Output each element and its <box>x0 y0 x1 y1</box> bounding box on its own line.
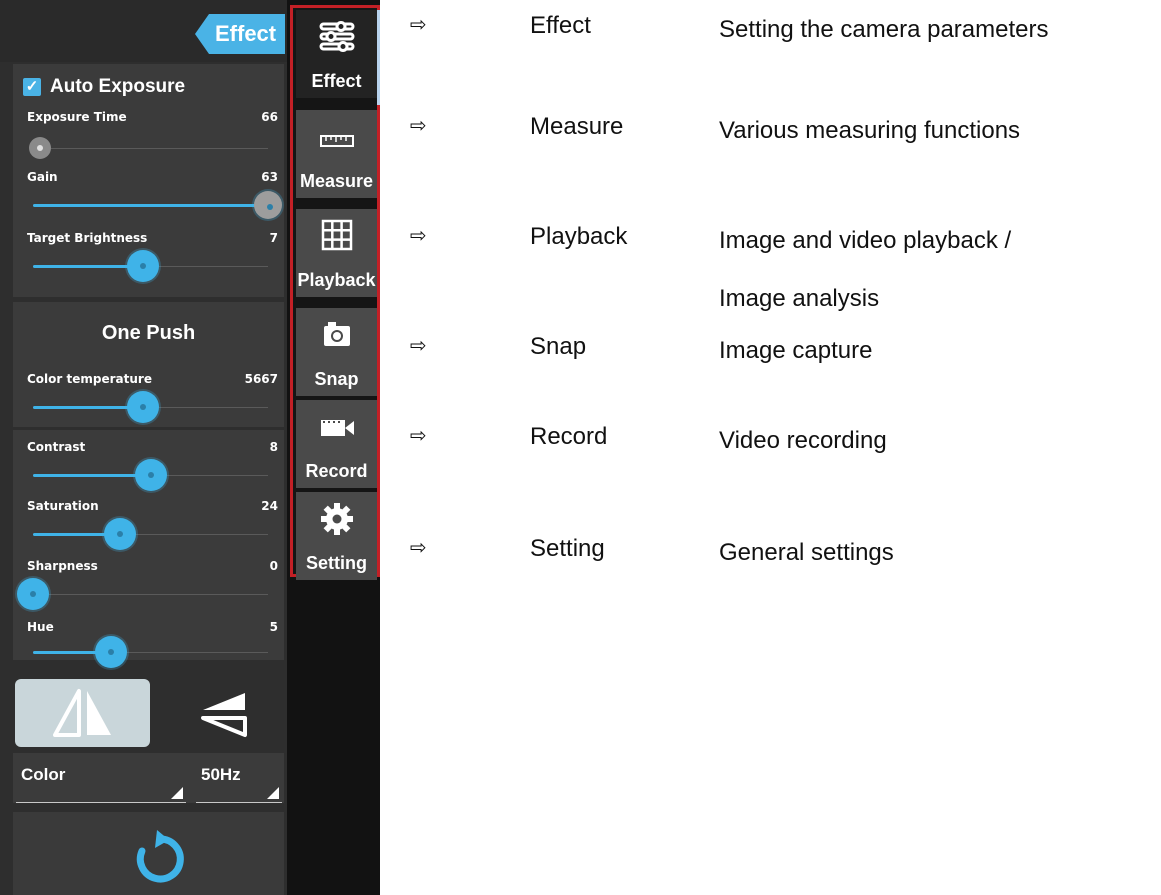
arrow-right-icon: ⇨ <box>410 423 427 447</box>
color-mode-select[interactable]: Color <box>16 753 186 803</box>
description-text: Various measuring functions <box>719 117 1021 144</box>
exposure-time-label: Exposure Time <box>27 110 127 124</box>
contrast-slider[interactable] <box>134 459 167 491</box>
description-name: Setting <box>530 535 605 562</box>
sharpness-label: Sharpness <box>27 559 98 573</box>
description-name: Effect <box>530 12 591 39</box>
video-icon <box>320 420 354 436</box>
gain-label: Gain <box>27 170 58 184</box>
toolbar-measure-label: Measure <box>299 171 374 191</box>
color-mode-value: Color <box>21 765 66 784</box>
effect-panel: Effect ✓ Auto Exposure Exposure Time 66 … <box>0 0 287 895</box>
toolbar-scroll-indicator <box>377 10 380 105</box>
toolbar-effect-label: Effect <box>311 71 362 91</box>
sharpness-track <box>33 594 268 595</box>
arrow-right-icon: ⇨ <box>410 12 427 36</box>
flip-horizontal-button[interactable] <box>15 679 150 747</box>
description-text: Setting the camera parameters <box>719 16 1049 43</box>
description-name: Snap <box>530 333 587 360</box>
image-adjust-card: Contrast 8 Saturation 24 Sharpness 0 Hue… <box>13 430 284 668</box>
contrast-value: 8 <box>269 440 278 454</box>
saturation-slider[interactable] <box>103 518 136 550</box>
dropdown-corner-icon <box>267 787 279 799</box>
target-brightness-value: 7 <box>269 231 278 245</box>
color-temperature-value: 5667 <box>244 372 278 386</box>
reset-area <box>13 812 284 895</box>
gain-fill <box>33 204 268 207</box>
arrow-right-icon: ⇨ <box>410 113 427 137</box>
frequency-select[interactable]: 50Hz <box>196 753 282 803</box>
one-push-button[interactable]: One Push <box>13 322 284 345</box>
flip-buttons <box>13 675 284 750</box>
auto-exposure-checkbox[interactable]: ✓ <box>23 78 41 96</box>
description-text: Video recording <box>719 427 887 454</box>
color-temperature-slider[interactable] <box>127 391 160 423</box>
gain-value: 63 <box>261 170 278 184</box>
toolbar-snap-button[interactable]: Snap <box>296 308 377 396</box>
toolbar-measure-button[interactable]: Measure <box>296 110 377 198</box>
auto-exposure-card: ✓ Auto Exposure Exposure Time 66 Gain 63… <box>13 64 284 297</box>
color-temperature-label: Color temperature <box>27 372 152 386</box>
exposure-time-value: 66 <box>261 110 278 124</box>
device-screen: Effect ✓ Auto Exposure Exposure Time 66 … <box>0 0 380 895</box>
toolbar-snap-label: Snap <box>314 369 359 389</box>
target-brightness-label: Target Brightness <box>27 231 148 245</box>
gain-slider[interactable] <box>254 191 282 219</box>
effect-tab-title[interactable]: Effect <box>195 14 285 54</box>
sharpness-value: 0 <box>269 559 278 573</box>
toolbar-setting-button[interactable]: Setting <box>296 492 377 580</box>
function-toolbar: Effect Measure Playback Snap Record Sett… <box>290 5 380 580</box>
reset-icon[interactable] <box>131 830 189 888</box>
exposure-time-slider[interactable] <box>29 137 52 159</box>
target-brightness-slider[interactable] <box>127 250 160 282</box>
description-name: Measure <box>530 113 624 140</box>
select-row: Color 50Hz <box>13 753 284 803</box>
dropdown-corner-icon <box>171 787 183 799</box>
contrast-label: Contrast <box>27 440 86 454</box>
flip-vertical-button[interactable] <box>163 679 284 747</box>
sharpness-slider[interactable] <box>17 578 49 610</box>
toolbar-record-button[interactable]: Record <box>296 400 377 488</box>
flip-vertical-icon <box>201 693 247 737</box>
toolbar-playback-label: Playback <box>297 270 376 290</box>
flip-horizontal-icon <box>53 689 111 737</box>
arrow-right-icon: ⇨ <box>410 223 427 247</box>
saturation-value: 24 <box>261 499 278 513</box>
hue-value: 5 <box>269 620 278 634</box>
gear-icon <box>320 503 353 535</box>
sliders-icon <box>319 21 354 52</box>
camera-icon <box>323 322 350 346</box>
frequency-value: 50Hz <box>201 765 241 784</box>
arrow-right-icon: ⇨ <box>410 535 427 559</box>
auto-exposure-label: Auto Exposure <box>50 76 186 97</box>
toolbar-playback-button[interactable]: Playback <box>296 209 377 297</box>
hue-slider[interactable] <box>94 636 127 668</box>
saturation-label: Saturation <box>27 499 99 513</box>
description-text: Image analysis <box>719 285 880 312</box>
description-name: Record <box>530 423 608 450</box>
description-text: Image and video playback / <box>719 227 1012 254</box>
hue-label: Hue <box>27 620 54 634</box>
effect-header: Effect <box>0 0 287 62</box>
arrow-right-icon: ⇨ <box>410 333 427 357</box>
contrast-fill <box>33 474 151 477</box>
description-name: Playback <box>530 223 628 250</box>
toolbar-effect-button[interactable]: Effect <box>296 10 377 98</box>
description-text: Image capture <box>719 337 873 364</box>
description-text: General settings <box>719 539 894 566</box>
ruler-icon <box>319 135 354 147</box>
grid-icon <box>321 219 352 251</box>
exposure-time-track <box>33 148 268 149</box>
toolbar-setting-label: Setting <box>306 553 367 573</box>
white-balance-card: One Push Color temperature 5667 <box>13 302 284 427</box>
toolbar-record-label: Record <box>305 461 368 481</box>
